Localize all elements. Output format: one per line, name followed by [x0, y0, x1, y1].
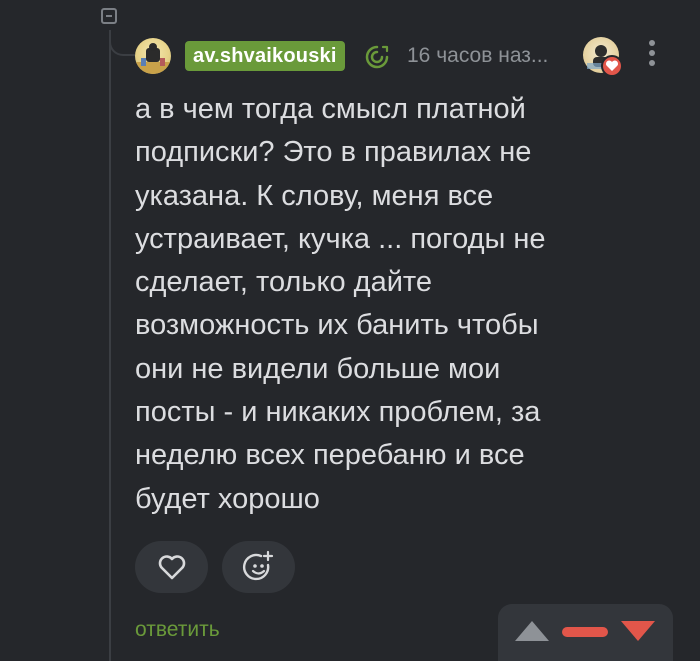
more-vertical-icon[interactable] [646, 40, 658, 72]
collapse-thread-button[interactable] [101, 8, 117, 24]
triangle-down-icon[interactable] [621, 621, 655, 641]
author-username[interactable]: av.shvaikouski [185, 41, 345, 71]
heart-icon [158, 555, 185, 580]
heart-badge-icon [601, 55, 623, 77]
spiral-badge-icon [364, 44, 390, 70]
emoji-add-icon [242, 550, 273, 581]
reply-link[interactable]: ответить [135, 618, 220, 642]
rating-indicator [562, 627, 608, 637]
triangle-up-icon[interactable] [515, 621, 549, 641]
thread-branch [109, 30, 135, 56]
comment-timestamp: 16 часов наз... [407, 44, 549, 67]
rating-bar [498, 604, 673, 661]
like-button[interactable] [135, 541, 208, 593]
thread-line [109, 30, 111, 661]
add-reaction-button[interactable] [222, 541, 295, 593]
comment-header: av.shvaikouski 16 часов наз... [135, 36, 675, 77]
commenter-avatar[interactable] [583, 37, 623, 77]
author-avatar[interactable] [135, 38, 171, 74]
comment-body: а в чем тогда смысл платной подписки? Эт… [135, 93, 546, 515]
